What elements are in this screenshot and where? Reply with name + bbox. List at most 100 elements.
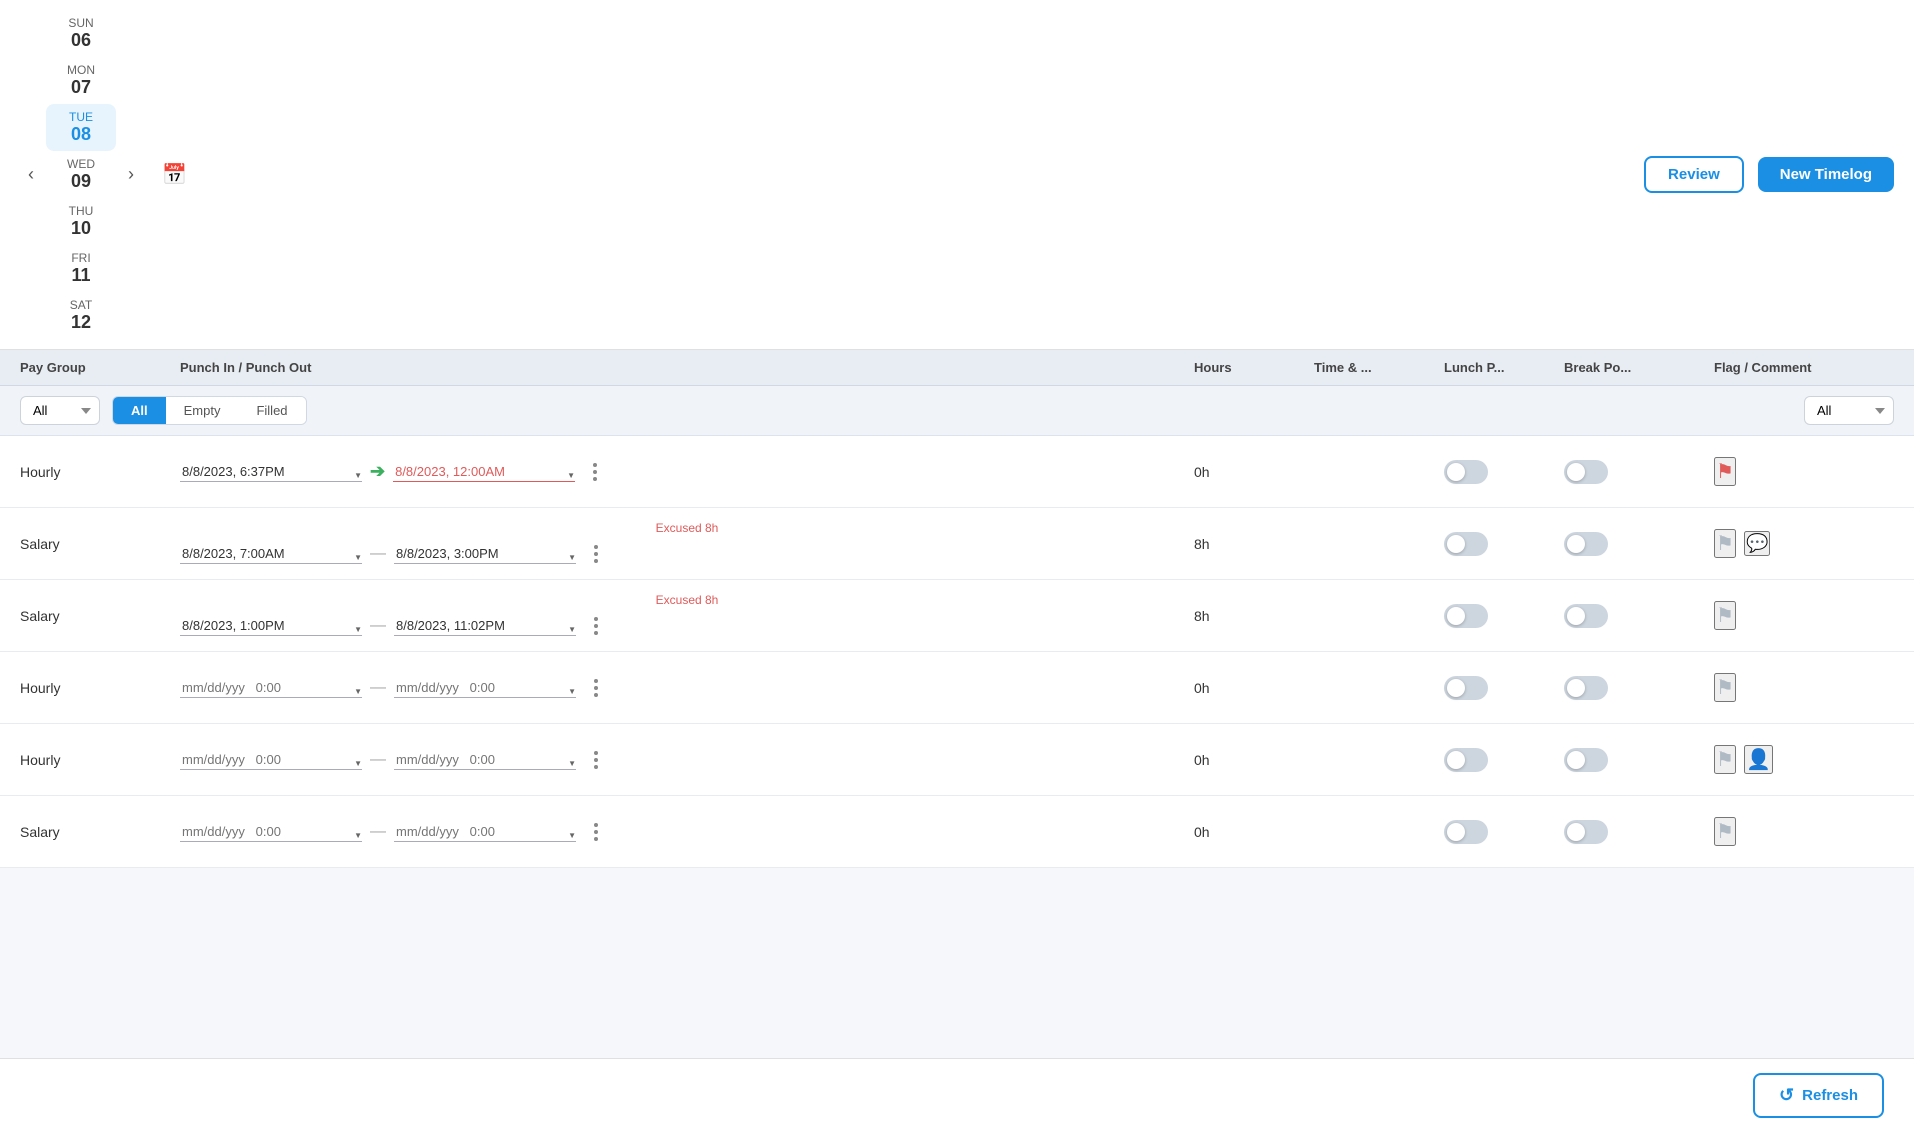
punch-out-input[interactable] bbox=[393, 462, 575, 482]
punch-in-input[interactable] bbox=[180, 462, 362, 482]
hours-cell: 0h bbox=[1194, 824, 1314, 840]
new-timelog-button[interactable]: New Timelog bbox=[1758, 157, 1894, 192]
day-button-tue[interactable]: TUE08 bbox=[46, 104, 116, 151]
col-lunch-period: Lunch P... bbox=[1444, 360, 1564, 375]
punch-in-input[interactable] bbox=[180, 616, 362, 636]
punch-in-wrap: ▼ bbox=[180, 616, 362, 636]
lunch-toggle-wrap bbox=[1444, 748, 1564, 772]
day-button-thu[interactable]: THU10 bbox=[46, 198, 116, 245]
lunch-toggle-wrap bbox=[1444, 604, 1564, 628]
lunch-toggle[interactable] bbox=[1444, 460, 1488, 484]
break-toggle[interactable] bbox=[1564, 532, 1608, 556]
flag-button[interactable]: ⚑ bbox=[1714, 745, 1736, 774]
pay-group-cell: Hourly bbox=[20, 752, 180, 768]
prev-day-button[interactable]: ‹ bbox=[20, 160, 42, 189]
punch-in-wrap: ▼ bbox=[180, 544, 362, 564]
pay-group-cell: Hourly bbox=[20, 680, 180, 696]
table-row: Hourly▼—▼0h⚑👤 bbox=[0, 724, 1914, 796]
flag-filter[interactable]: All bbox=[1804, 396, 1894, 425]
break-toggle-wrap bbox=[1564, 820, 1714, 844]
person-icon-button[interactable]: 👤 bbox=[1744, 745, 1773, 774]
flag-button[interactable]: ⚑ bbox=[1714, 529, 1736, 558]
chat-icon-button[interactable]: 💬 bbox=[1744, 531, 1770, 556]
lunch-toggle-wrap bbox=[1444, 532, 1564, 556]
row-menu-button[interactable] bbox=[588, 747, 604, 773]
punch-in-input[interactable] bbox=[180, 678, 362, 698]
lunch-toggle-wrap bbox=[1444, 460, 1564, 484]
flag-button[interactable]: ⚑ bbox=[1714, 601, 1736, 630]
flag-button[interactable]: ⚑ bbox=[1714, 457, 1736, 486]
lunch-toggle-wrap bbox=[1444, 676, 1564, 700]
punch-in-input[interactable] bbox=[180, 544, 362, 564]
excused-label: Excused 8h bbox=[180, 521, 1194, 537]
punch-out-wrap: ▼ bbox=[394, 678, 576, 698]
filter-empty-button[interactable]: Empty bbox=[166, 397, 239, 424]
break-toggle[interactable] bbox=[1564, 604, 1608, 628]
row-menu-button[interactable] bbox=[588, 541, 604, 567]
punch-in-caret-icon: ▼ bbox=[354, 471, 362, 480]
filter-all-button[interactable]: All bbox=[113, 397, 166, 424]
punch-in-caret-icon: ▼ bbox=[354, 759, 362, 768]
pay-group-filter[interactable]: All bbox=[20, 396, 100, 425]
punch-in-wrap: ▼ bbox=[180, 750, 362, 770]
row-menu-button[interactable] bbox=[588, 819, 604, 845]
hours-cell: 0h bbox=[1194, 752, 1314, 768]
lunch-toggle[interactable] bbox=[1444, 748, 1488, 772]
flag-comment-cell: ⚑ bbox=[1714, 673, 1894, 702]
day-button-fri[interactable]: FRI11 bbox=[46, 245, 116, 292]
punch-out-input[interactable] bbox=[394, 750, 576, 770]
punch-in-input[interactable] bbox=[180, 750, 362, 770]
day-button-sun[interactable]: SUN06 bbox=[46, 10, 116, 57]
punch-inputs-row: ▼—▼ bbox=[180, 819, 1194, 845]
timelog-table: Hourly▼➔▼0h⚑SalaryExcused 8h▼—▼8h⚑💬Salar… bbox=[0, 436, 1914, 868]
table-row: Salary▼—▼0h⚑ bbox=[0, 796, 1914, 868]
bottom-bar: ↺ Refresh bbox=[0, 1058, 1914, 1132]
column-headers: Pay Group Punch In / Punch Out Hours Tim… bbox=[0, 350, 1914, 386]
flag-button[interactable]: ⚑ bbox=[1714, 673, 1736, 702]
review-button[interactable]: Review bbox=[1644, 156, 1744, 193]
lunch-toggle[interactable] bbox=[1444, 676, 1488, 700]
flag-button[interactable]: ⚑ bbox=[1714, 817, 1736, 846]
punch-inputs-row: ▼➔▼ bbox=[180, 459, 1194, 485]
punch-out-input[interactable] bbox=[394, 822, 576, 842]
punch-out-input[interactable] bbox=[394, 616, 576, 636]
break-toggle-wrap bbox=[1564, 460, 1714, 484]
punch-out-caret-icon: ▼ bbox=[568, 553, 576, 562]
day-button-mon[interactable]: MON07 bbox=[46, 57, 116, 104]
punch-in-caret-icon: ▼ bbox=[354, 625, 362, 634]
break-toggle[interactable] bbox=[1564, 748, 1608, 772]
col-time-attendance: Time & ... bbox=[1314, 360, 1444, 375]
next-day-button[interactable]: › bbox=[120, 160, 142, 189]
day-button-sat[interactable]: SAT12 bbox=[46, 292, 116, 339]
hours-cell: 0h bbox=[1194, 680, 1314, 696]
row-menu-button[interactable] bbox=[587, 459, 603, 485]
row-menu-button[interactable] bbox=[588, 675, 604, 701]
break-toggle[interactable] bbox=[1564, 676, 1608, 700]
punch-in-input[interactable] bbox=[180, 822, 362, 842]
refresh-label: Refresh bbox=[1802, 1087, 1858, 1104]
punch-in-caret-icon: ▼ bbox=[354, 687, 362, 696]
row-menu-button[interactable] bbox=[588, 613, 604, 639]
col-hours: Hours bbox=[1194, 360, 1314, 375]
punch-area: Excused 8h▼—▼ bbox=[180, 593, 1194, 639]
refresh-button[interactable]: ↺ Refresh bbox=[1753, 1073, 1884, 1118]
col-punch-in-out: Punch In / Punch Out bbox=[180, 360, 1194, 375]
table-row: SalaryExcused 8h▼—▼8h⚑ bbox=[0, 580, 1914, 652]
calendar-icon-button[interactable]: 📅 bbox=[154, 158, 195, 191]
filter-filled-button[interactable]: Filled bbox=[238, 397, 305, 424]
pay-group-cell: Salary bbox=[20, 536, 180, 552]
pay-group-cell: Hourly bbox=[20, 464, 180, 480]
break-toggle[interactable] bbox=[1564, 820, 1608, 844]
flag-comment-cell: ⚑ bbox=[1714, 457, 1894, 486]
lunch-toggle[interactable] bbox=[1444, 820, 1488, 844]
lunch-toggle[interactable] bbox=[1444, 604, 1488, 628]
break-toggle[interactable] bbox=[1564, 460, 1608, 484]
punch-out-input[interactable] bbox=[394, 544, 576, 564]
day-selector: SUN06MON07TUE08WED09THU10FRI11SAT12 bbox=[46, 10, 116, 339]
day-button-wed[interactable]: WED09 bbox=[46, 151, 116, 198]
lunch-toggle[interactable] bbox=[1444, 532, 1488, 556]
punch-out-input[interactable] bbox=[394, 678, 576, 698]
flag-comment-cell: ⚑ bbox=[1714, 817, 1894, 846]
col-pay-group: Pay Group bbox=[20, 360, 180, 375]
flag-comment-cell: ⚑💬 bbox=[1714, 529, 1894, 558]
